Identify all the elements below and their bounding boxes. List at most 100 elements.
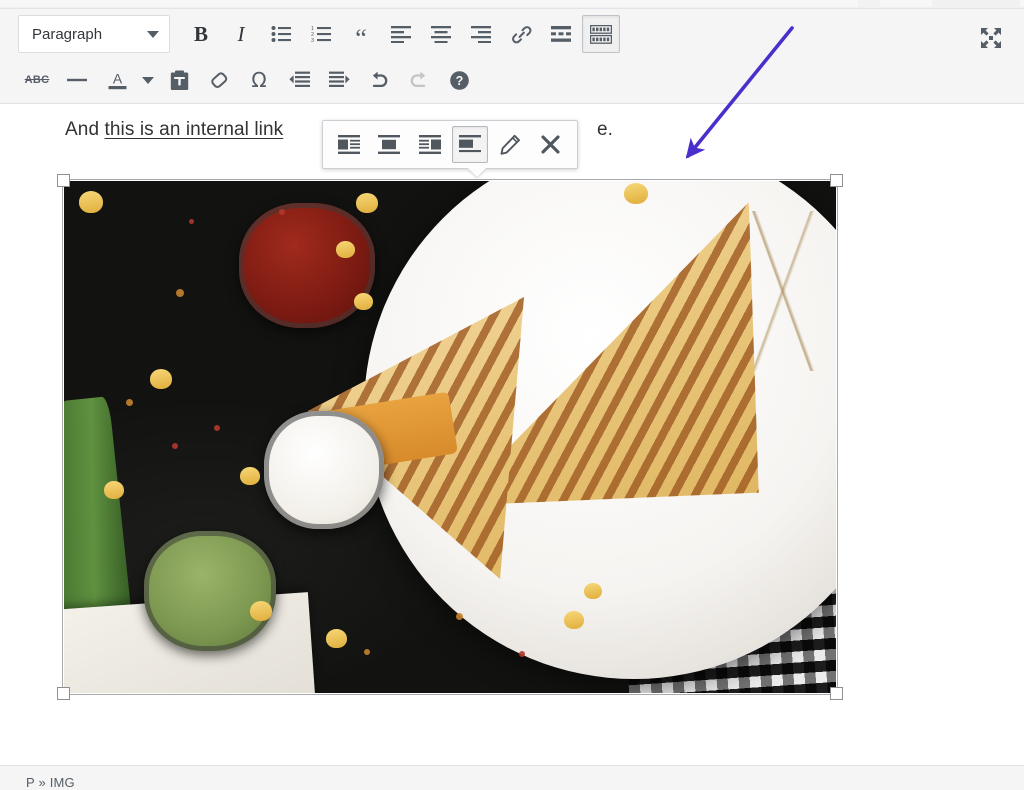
image-align-center-icon: [378, 135, 400, 154]
text-color-dropdown[interactable]: [138, 61, 158, 99]
blockquote-button[interactable]: “: [342, 15, 380, 53]
bold-icon: B: [194, 22, 208, 47]
photo-corn-8: [240, 467, 260, 485]
redo-icon: [408, 70, 430, 90]
image-align-none-icon: [459, 135, 481, 154]
photo-crumb-7: [456, 613, 463, 620]
paste-as-text-button[interactable]: [160, 61, 198, 99]
align-left-button[interactable]: [382, 15, 420, 53]
image-popup-toolbar: [322, 120, 578, 169]
resize-handle-bottom-left[interactable]: [57, 687, 70, 700]
paragraph-text: And this is an internal link: [65, 119, 283, 141]
blockquote-icon: “: [355, 21, 367, 47]
photo-corn-9: [250, 601, 272, 621]
insert-link-button[interactable]: [502, 15, 540, 53]
photo-corn-4: [356, 193, 378, 213]
clear-formatting-button[interactable]: [200, 61, 238, 99]
chrome-ghost-left: [858, 0, 880, 7]
bold-button[interactable]: B: [182, 15, 220, 53]
resize-handle-top-left[interactable]: [57, 174, 70, 187]
strikethrough-icon: ABC: [25, 74, 50, 86]
svg-text:A: A: [112, 70, 122, 86]
status-bar: P » IMG: [0, 765, 1024, 790]
indent-button[interactable]: [320, 61, 358, 99]
text-color-icon: A: [107, 70, 128, 91]
align-right-image-button[interactable]: [412, 126, 448, 163]
chrome-ghost-right: [932, 0, 1020, 7]
photo-corn-10: [326, 629, 347, 648]
photo-chutney-bowl: [144, 531, 276, 651]
photo-corn-5: [336, 241, 355, 258]
photo-crumb-1: [176, 289, 184, 297]
photo-corn-7: [354, 293, 373, 310]
resize-handle-top-right[interactable]: [830, 174, 843, 187]
indent-icon: [329, 71, 350, 89]
omega-icon: Ω: [251, 68, 266, 92]
remove-image-button[interactable]: [533, 126, 569, 163]
distraction-free-button[interactable]: [972, 19, 1010, 57]
pencil-icon: [500, 134, 521, 155]
close-icon: [541, 135, 560, 154]
food-photo[interactable]: [64, 181, 836, 693]
read-more-icon: [551, 26, 571, 43]
toolbar-toggle-button[interactable]: [582, 15, 620, 53]
chevron-down-icon: [147, 31, 159, 38]
numbered-list-button[interactable]: 1 2 3: [302, 15, 340, 53]
no-alignment-image-button[interactable]: [452, 126, 488, 163]
align-right-button[interactable]: [462, 15, 500, 53]
edit-image-button[interactable]: [492, 126, 528, 163]
undo-button[interactable]: [360, 61, 398, 99]
photo-corn-11: [564, 611, 584, 629]
align-left-image-button[interactable]: [331, 126, 367, 163]
photo-corn-2: [150, 369, 172, 389]
photo-corn-1: [79, 191, 103, 213]
expand-arrows-icon: [980, 27, 1002, 49]
toolbar-row-1: Paragraph B I: [0, 11, 1024, 57]
paragraph-suffix: e.: [597, 119, 613, 141]
outdent-button[interactable]: [280, 61, 318, 99]
special-character-button[interactable]: Ω: [240, 61, 278, 99]
align-center-icon: [431, 25, 451, 43]
align-center-button[interactable]: [422, 15, 460, 53]
paragraph-prefix: And: [65, 119, 105, 140]
photo-corn-6: [624, 183, 648, 204]
photo-corn-3: [104, 481, 124, 499]
redo-button[interactable]: [400, 61, 438, 99]
editor-frame: Paragraph B I: [0, 8, 1024, 790]
chevron-down-icon: [142, 77, 154, 84]
read-more-button[interactable]: [542, 15, 580, 53]
svg-text:3: 3: [311, 38, 314, 43]
horizontal-line-button[interactable]: [58, 61, 96, 99]
photo-corn-12: [584, 583, 602, 599]
photo-crumb-5: [279, 209, 285, 215]
numbered-list-icon: 1 2 3: [311, 25, 331, 43]
text-color-button[interactable]: A: [98, 61, 136, 99]
internal-link[interactable]: this is an internal link: [105, 119, 284, 140]
classic-editor-screen: Paragraph B I: [0, 0, 1024, 790]
undo-icon: [368, 70, 390, 90]
photo-ketchup-bowl: [239, 203, 375, 328]
italic-button[interactable]: I: [222, 15, 260, 53]
strikethrough-button[interactable]: ABC: [18, 61, 56, 99]
photo-crumb-9: [519, 651, 525, 657]
resize-handle-bottom-right[interactable]: [830, 687, 843, 700]
image-align-left-icon: [338, 135, 360, 154]
italic-icon: I: [238, 22, 245, 47]
align-center-image-button[interactable]: [371, 126, 407, 163]
align-right-icon: [471, 25, 491, 43]
format-select[interactable]: Paragraph: [18, 15, 170, 53]
bulleted-list-icon: [271, 25, 291, 43]
photo-crumb-3: [214, 425, 220, 431]
photo-mayo-bowl: [264, 411, 384, 529]
selected-image-wrapper[interactable]: [64, 181, 836, 693]
editor-content-area[interactable]: And this is an internal link e.: [0, 104, 1024, 765]
kitchen-sink-icon: [590, 25, 612, 44]
browser-chrome-strip: [0, 0, 1024, 8]
outdent-icon: [289, 71, 310, 89]
help-icon: ?: [449, 70, 470, 91]
bulleted-list-button[interactable]: [262, 15, 300, 53]
element-path[interactable]: P » IMG: [26, 775, 75, 790]
format-select-value: Paragraph: [32, 26, 102, 43]
image-align-right-icon: [419, 135, 441, 154]
keyboard-shortcuts-button[interactable]: ?: [440, 61, 478, 99]
